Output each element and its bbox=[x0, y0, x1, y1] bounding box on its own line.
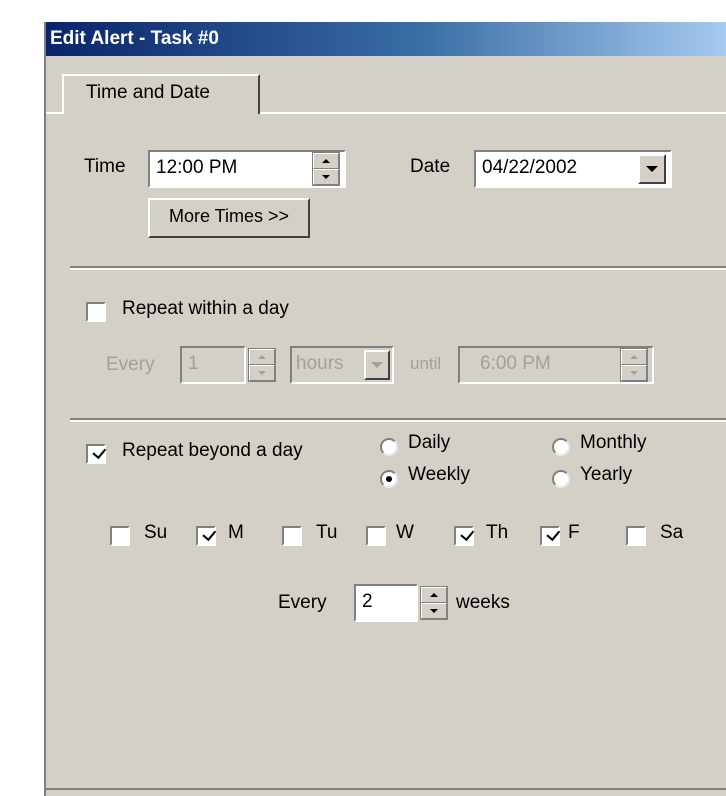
weeks-spin-up[interactable] bbox=[421, 587, 447, 603]
until-label: until bbox=[410, 354, 442, 373]
spin-up-icon bbox=[630, 355, 638, 359]
time-label: Time bbox=[84, 156, 126, 177]
day-label-th: Th bbox=[486, 522, 509, 543]
spin-up-icon bbox=[430, 593, 438, 597]
radio-monthly-label: Monthly bbox=[580, 432, 647, 453]
edit-alert-dialog: Edit Alert - Task #0 Time and Date Time … bbox=[44, 22, 726, 796]
checkmark-icon bbox=[546, 526, 561, 542]
chevron-down-icon bbox=[646, 166, 658, 172]
weeks-every-spinner[interactable] bbox=[420, 586, 448, 620]
more-times-button[interactable]: More Times >> bbox=[148, 198, 310, 238]
day-checkbox-sa[interactable] bbox=[626, 526, 646, 546]
day-label-sa: Sa bbox=[660, 522, 684, 543]
within-spin-up[interactable] bbox=[249, 349, 275, 365]
time-spin-down[interactable] bbox=[313, 169, 339, 185]
until-time-value: 6:00 PM bbox=[480, 353, 551, 374]
spin-up-icon bbox=[258, 355, 266, 359]
tab-border-left bbox=[46, 112, 62, 114]
until-spin-down[interactable] bbox=[621, 365, 647, 381]
within-every-input[interactable]: 1 bbox=[180, 346, 246, 384]
radio-monthly[interactable] bbox=[552, 438, 570, 456]
repeat-beyond-day-label: Repeat beyond a day bbox=[122, 440, 303, 461]
radio-yearly[interactable] bbox=[552, 470, 570, 488]
until-time-spinner[interactable] bbox=[620, 348, 648, 382]
day-checkbox-w[interactable] bbox=[366, 526, 386, 546]
time-spin-up[interactable] bbox=[313, 153, 339, 169]
spin-down-icon bbox=[322, 175, 330, 179]
weeks-unit-label: weeks bbox=[456, 592, 510, 613]
within-every-label: Every bbox=[106, 354, 155, 375]
spin-down-icon bbox=[258, 371, 266, 375]
day-checkbox-f[interactable] bbox=[540, 526, 561, 546]
weeks-every-label: Every bbox=[278, 592, 327, 613]
day-label-tu: Tu bbox=[316, 522, 338, 543]
until-spin-up[interactable] bbox=[621, 349, 647, 365]
chevron-down-icon bbox=[371, 362, 383, 368]
spin-down-icon bbox=[430, 609, 438, 613]
repeat-within-day-label: Repeat within a day bbox=[122, 298, 289, 319]
tab-time-and-date[interactable]: Time and Date bbox=[62, 74, 260, 114]
tab-border-right bbox=[260, 112, 726, 114]
radio-daily-label: Daily bbox=[408, 432, 451, 453]
within-unit-value: hours bbox=[296, 353, 344, 374]
day-label-w: W bbox=[396, 522, 414, 543]
checkmark-icon bbox=[202, 526, 217, 542]
day-label-m: M bbox=[228, 522, 244, 543]
within-spin-down[interactable] bbox=[249, 365, 275, 381]
date-value: 04/22/2002 bbox=[482, 157, 578, 178]
separator-2 bbox=[70, 418, 726, 422]
checkmark-icon bbox=[92, 444, 107, 460]
within-every-spinner[interactable] bbox=[248, 348, 276, 382]
separator-1 bbox=[70, 266, 726, 270]
repeat-within-day-checkbox[interactable] bbox=[86, 302, 106, 322]
radio-yearly-label: Yearly bbox=[580, 464, 633, 485]
day-label-f: F bbox=[568, 522, 580, 543]
spin-up-icon bbox=[322, 159, 330, 163]
radio-weekly-label: Weekly bbox=[408, 464, 470, 485]
date-dropdown-button[interactable] bbox=[638, 154, 666, 184]
time-value: 12:00 PM bbox=[156, 157, 238, 178]
panel-bottom-edge bbox=[46, 788, 726, 790]
day-checkbox-su[interactable] bbox=[110, 526, 130, 546]
date-label: Date bbox=[410, 156, 451, 177]
day-checkbox-tu[interactable] bbox=[282, 526, 302, 546]
weeks-every-value: 2 bbox=[362, 591, 373, 612]
within-unit-dropdown-button[interactable] bbox=[364, 350, 390, 380]
radio-daily[interactable] bbox=[380, 438, 398, 456]
radio-weekly[interactable] bbox=[380, 470, 398, 488]
weeks-spin-down[interactable] bbox=[421, 603, 447, 619]
within-every-value: 1 bbox=[188, 353, 199, 374]
weeks-every-input[interactable]: 2 bbox=[354, 584, 418, 622]
repeat-beyond-day-checkbox[interactable] bbox=[86, 444, 107, 464]
day-checkbox-th[interactable] bbox=[454, 526, 475, 546]
radio-selected-dot bbox=[386, 476, 392, 482]
day-checkbox-m[interactable] bbox=[196, 526, 217, 546]
time-spinner[interactable] bbox=[312, 152, 340, 186]
day-label-su: Su bbox=[144, 522, 168, 543]
spin-down-icon bbox=[630, 371, 638, 375]
title-bar: Edit Alert - Task #0 bbox=[46, 22, 726, 56]
checkmark-icon bbox=[460, 526, 475, 542]
